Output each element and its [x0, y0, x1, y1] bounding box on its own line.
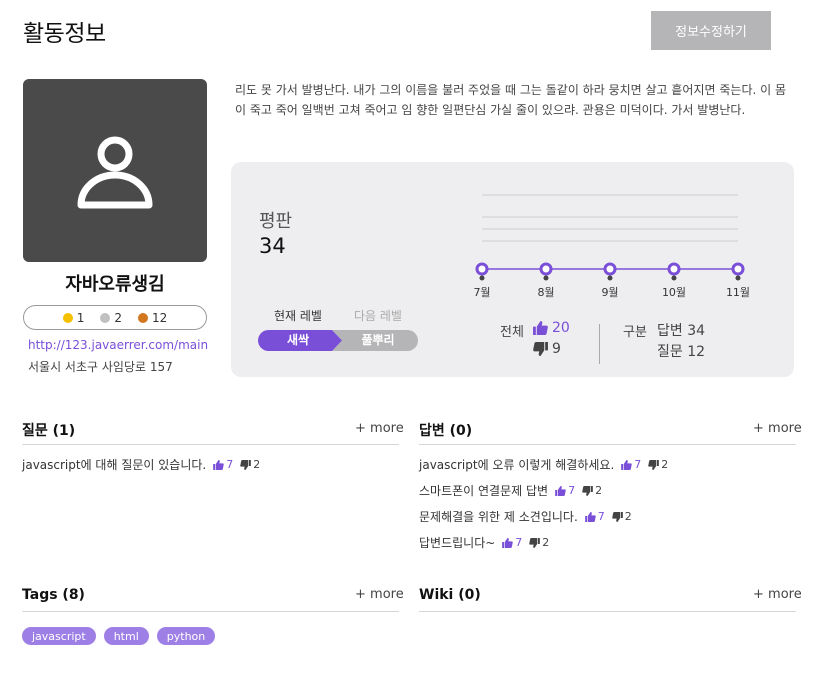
gold-badge: 1: [62, 310, 85, 325]
downvote-count: 2: [612, 510, 632, 523]
bio-text: 리도 못 가서 발병난다. 내가 그의 이름을 불러 주었을 때 그는 돌같이 …: [235, 83, 787, 117]
chart-axis-tick: [543, 275, 549, 281]
profile-link[interactable]: http://123.javaerrer.com/main: [28, 338, 208, 352]
chart-axis-tick: [671, 275, 677, 281]
user-icon: [77, 136, 153, 208]
thumbs-down-icon: [582, 485, 593, 496]
list-item[interactable]: javascript에 오류 이렇게 해결하세요. 7 2: [419, 456, 668, 473]
chart-tick-label: 10월: [662, 286, 686, 299]
chart-axis-tick: [607, 275, 613, 281]
silver-badge: 2: [100, 311, 122, 325]
section-divider: [22, 611, 399, 612]
downvote-count: 2: [582, 484, 602, 497]
reputation-chart: 7월 8월 9월 10월 11월: [473, 194, 750, 299]
chart-point: [475, 262, 489, 276]
wiki-title: Wiki (0): [419, 587, 481, 603]
chart-tick-label: 9월: [601, 286, 618, 299]
bronze-badge: 12: [138, 311, 167, 325]
avatar: [23, 79, 207, 262]
section-divider: [419, 611, 796, 612]
current-level: 새싹: [286, 333, 310, 347]
address: 서울시 서초구 사임당로 157: [28, 360, 173, 374]
tag-chip[interactable]: python: [156, 627, 216, 645]
bronze-badge-count: 12: [152, 310, 168, 325]
badge-summary: 1 2 12: [23, 305, 207, 330]
silver-badge-icon: [100, 312, 111, 323]
chart-tick-label: 8월: [537, 286, 554, 299]
tags-more-link[interactable]: + more: [355, 587, 404, 602]
category-label: 구분: [623, 325, 647, 340]
thumbs-down-icon: [529, 537, 541, 548]
answers-title: 답변 (0): [419, 423, 473, 439]
edit-profile-button[interactable]: 정보수정하기: [651, 11, 771, 50]
list-item[interactable]: 스마트폰이 연결문제 답변 7 2: [419, 482, 602, 499]
list-item-text: javascript에 대해 질문이 있습니다.: [22, 458, 207, 472]
downvote-count: 2: [529, 536, 549, 549]
total-upvotes: 20: [533, 320, 570, 336]
page-title: 활동정보: [23, 21, 106, 47]
thumbs-up-icon: [213, 459, 224, 470]
chart-point: [667, 262, 681, 276]
reputation-value: 34: [259, 234, 286, 258]
question-count: 질문 12: [657, 344, 706, 360]
tag-chip[interactable]: html: [103, 627, 149, 645]
thumbs-up-icon: [555, 485, 566, 496]
upvote-count: 7: [584, 510, 605, 523]
questions-title: 질문 (1): [22, 423, 76, 439]
thumbs-down-icon: [533, 342, 548, 356]
gold-badge-icon: [62, 312, 73, 323]
current-level-label: 현재 레벨: [274, 309, 322, 323]
bronze-badge-icon: [138, 312, 148, 323]
level-labels: 현재 레벨 다음 레벨: [258, 307, 418, 324]
list-item[interactable]: 문제해결을 위한 제 소견입니다. 7 2: [419, 508, 632, 525]
tag-chip[interactable]: javascript: [22, 627, 96, 645]
chart-axis-tick: [735, 275, 741, 281]
answer-count: 답변 34: [657, 323, 706, 339]
list-item-text: 문제해결을 위한 제 소견입니다.: [419, 510, 578, 524]
thumbs-up-icon: [621, 459, 633, 470]
total-downvotes: 9: [533, 341, 561, 357]
username: 자바오류생김: [65, 274, 165, 295]
wiki-more-link[interactable]: + more: [753, 587, 802, 602]
section-divider: [22, 444, 399, 445]
chart-axis-tick: [479, 275, 485, 281]
level-progress-bar: 새싹 풀뿌리: [258, 330, 418, 351]
total-label: 전체: [500, 325, 524, 340]
thumbs-down-icon: [240, 459, 252, 470]
total-downvotes-count: 9: [552, 341, 561, 357]
answers-more-link[interactable]: + more: [753, 421, 802, 436]
upvote-count: 7: [502, 536, 522, 549]
upvote-count: 7: [213, 458, 233, 471]
thumbs-up-icon: [584, 511, 596, 522]
next-level: 풀뿌리: [361, 333, 395, 347]
downvote-count: 2: [240, 458, 260, 471]
downvote-count: 2: [648, 458, 668, 471]
reputation-label: 평판: [259, 211, 293, 232]
upvote-count: 7: [621, 458, 641, 471]
chart-point: [731, 262, 745, 276]
gold-badge-count: 1: [76, 310, 85, 325]
chart-point: [539, 262, 553, 276]
thumbs-up-icon: [502, 537, 514, 548]
section-divider: [419, 444, 796, 445]
upvote-count: 7: [555, 484, 575, 497]
list-item[interactable]: 답변드립니다~ 7 2: [419, 534, 549, 551]
total-upvotes-count: 20: [552, 320, 570, 336]
divider: [599, 324, 600, 364]
chart-point: [603, 262, 617, 276]
list-item-text: 스마트폰이 연결문제 답변: [419, 484, 549, 498]
list-item[interactable]: javascript에 대해 질문이 있습니다. 7 2: [22, 456, 260, 473]
list-item-text: javascript에 오류 이렇게 해결하세요.: [419, 458, 615, 472]
chart-tick-label: 7월: [473, 286, 490, 299]
next-level-label: 다음 레벨: [354, 309, 402, 323]
tags-title: Tags (8): [22, 587, 85, 603]
list-item-text: 답변드립니다~: [419, 536, 496, 550]
thumbs-down-icon: [648, 459, 660, 470]
thumbs-up-icon: [533, 321, 548, 335]
tag-list: javascript html python: [22, 627, 216, 645]
silver-badge-count: 2: [114, 310, 122, 325]
chart-tick-label: 11월: [726, 286, 750, 299]
questions-more-link[interactable]: + more: [355, 421, 404, 436]
thumbs-down-icon: [612, 511, 623, 522]
